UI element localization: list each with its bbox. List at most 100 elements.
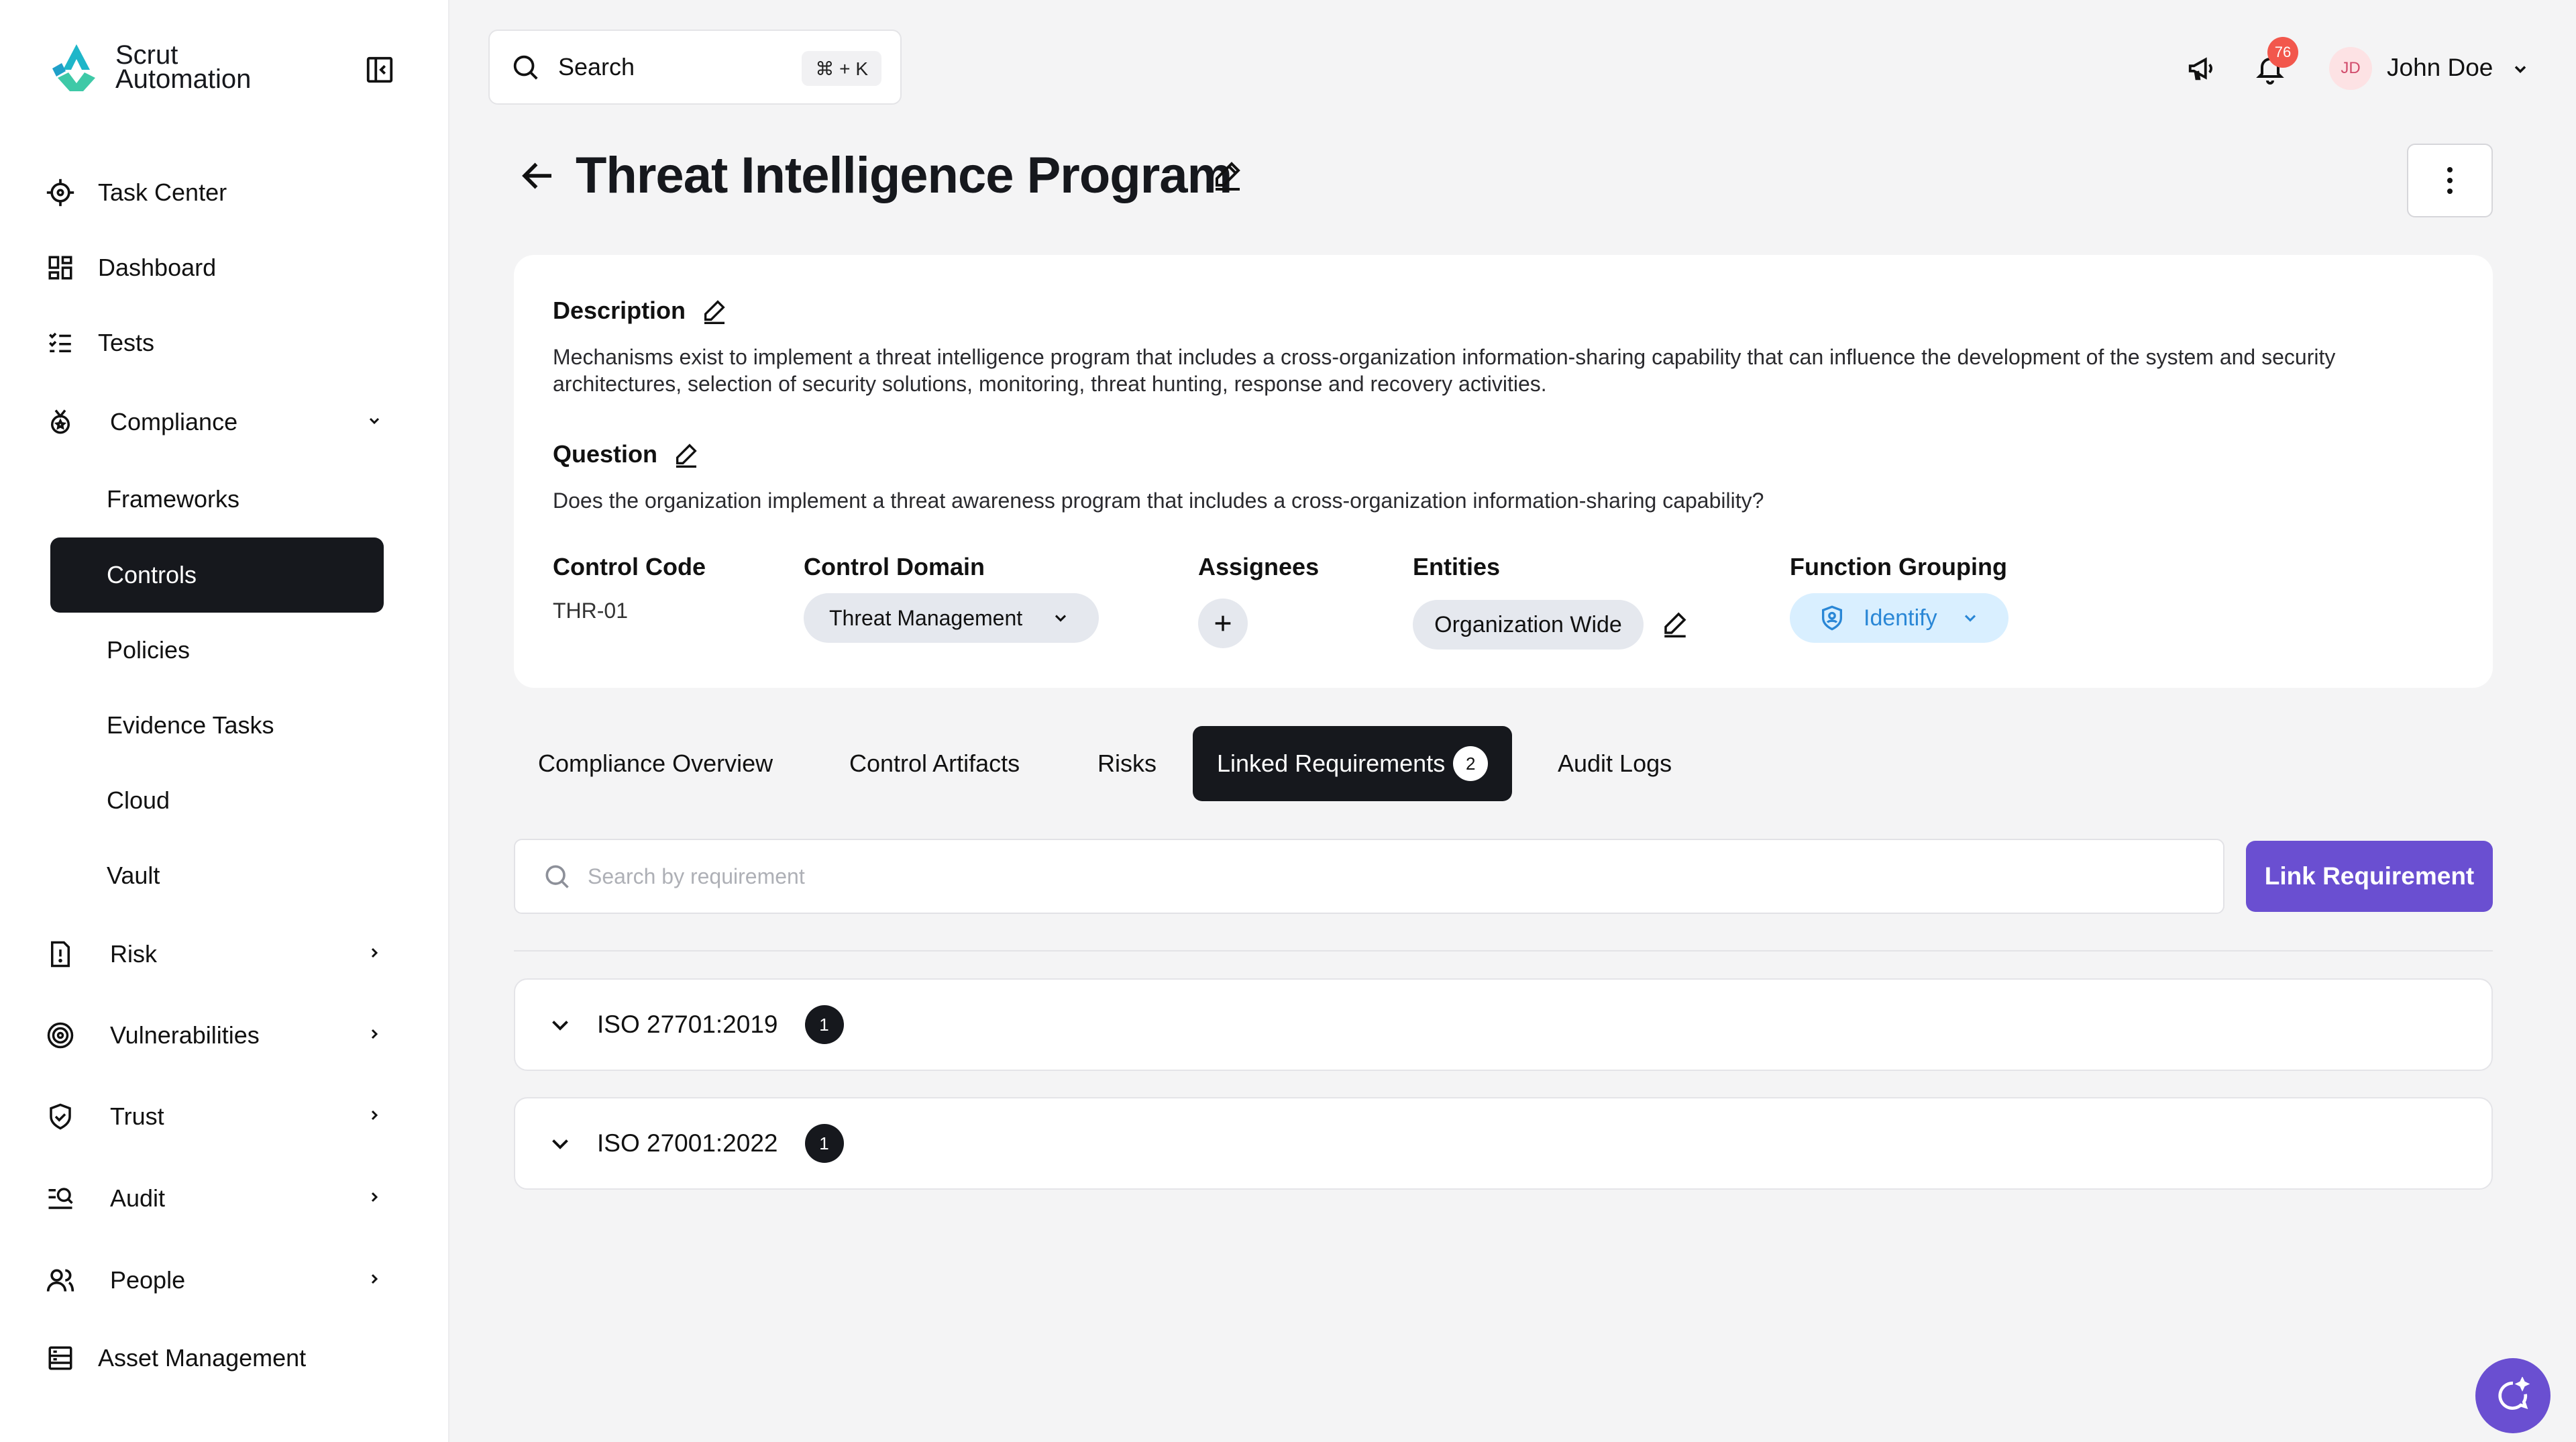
sidebar-item-label: Compliance [110,408,238,435]
sidebar-subitem-label: Evidence Tasks [107,711,274,739]
sidebar-subitem-policies[interactable]: Policies [50,613,384,688]
tab-compliance-overview[interactable]: Compliance Overview [514,726,797,801]
announcements-button[interactable] [2182,48,2222,89]
logo-line-2: Automation [115,64,252,94]
sidebar-item-asset-management[interactable]: Asset Management [42,1325,404,1392]
edit-title-button[interactable] [1210,157,1245,192]
panel-collapse-icon [366,56,393,83]
medal-icon [42,403,79,441]
search-shortcut: ⌘ + K [802,51,881,86]
chevron-right-icon [365,943,384,962]
app-logo[interactable]: Scrut Automation [48,39,251,95]
notification-count-badge: 76 [2267,37,2298,68]
section-divider [514,950,2493,951]
sidebar-subitem-label: Policies [107,636,191,664]
sidebar-subitem-controls[interactable]: Controls [50,537,384,613]
sidebar-item-trust[interactable]: Trust [42,1083,404,1150]
user-menu-toggle[interactable] [2509,58,2532,81]
shield-check-icon [42,1098,79,1135]
crosshair-icon [42,174,79,211]
edit-question-button[interactable] [672,440,700,468]
more-vertical-icon [2447,167,2453,194]
requirement-name: ISO 27001:2022 [597,1129,778,1157]
assignees-label: Assignees [1198,553,1320,580]
chevron-down-icon [1051,608,1071,628]
pencil-icon [1216,162,1240,191]
chevron-right-icon [365,1270,384,1288]
chevron-down-icon [1960,608,1980,628]
requirement-search-input[interactable] [588,864,2131,889]
chevron-right-icon [365,1188,384,1206]
function-grouping-select[interactable]: Identify [1790,593,2008,643]
support-chat-button[interactable] [2475,1358,2551,1433]
requirement-row[interactable]: ISO 27001:2022 1 [514,1097,2493,1190]
search-list-icon [42,1180,79,1217]
sidebar-item-people[interactable]: People [42,1247,404,1314]
tab-label: Linked Requirements [1217,750,1446,777]
sidebar-collapse-button[interactable] [361,51,398,89]
chat-sparkle-icon [2498,1377,2530,1410]
logo-line-1: Scrut [115,40,178,70]
more-options-button[interactable] [2407,144,2493,217]
tab-risks[interactable]: Risks [1073,726,1181,801]
control-domain-select[interactable]: Threat Management [804,593,1099,643]
sidebar-subitem-vault[interactable]: Vault [50,838,384,913]
sidebar-subitem-evidence-tasks[interactable]: Evidence Tasks [50,688,384,763]
requirement-row[interactable]: ISO 27701:2019 1 [514,978,2493,1071]
tab-label: Audit Logs [1558,750,1672,777]
chevron-down-icon [2514,66,2526,73]
sidebar-item-task-center[interactable]: Task Center [42,159,404,226]
tab-control-artifacts[interactable]: Control Artifacts [825,726,1044,801]
chevron-right-icon [365,1025,384,1043]
sidebar-item-compliance[interactable]: Compliance [42,389,404,456]
control-domain-value: Threat Management [829,605,1023,630]
sidebar-item-label: Dashboard [98,254,217,281]
pencil-icon [1664,612,1686,637]
chevron-down-icon[interactable] [546,1011,574,1039]
sidebar-subitem-label: Cloud [107,786,170,814]
question-heading: Question [553,440,700,468]
sidebar-item-label: Risk [110,940,157,968]
search-icon [513,55,538,80]
edit-entities-button[interactable] [1660,608,1690,639]
sidebar-item-label: Task Center [98,178,227,206]
sidebar-subitem-frameworks[interactable]: Frameworks [50,462,384,537]
requirement-count-badge: 1 [804,1005,844,1044]
tab-count-badge: 2 [1453,746,1489,781]
sidebar-item-vulnerabilities[interactable]: Vulnerabilities [42,1002,404,1069]
alert-file-icon [42,935,79,973]
tab-linked-requirements[interactable]: Linked Requirements 2 [1193,726,1513,801]
sidebar: Scrut Automation Task Center Dashboard T… [0,0,449,1442]
edit-description-button[interactable] [700,297,729,325]
sidebar-item-risk[interactable]: Risk [42,921,404,988]
chevron-down-icon[interactable] [546,1129,574,1157]
link-requirement-button[interactable]: Link Requirement [2246,841,2493,912]
search-label: Search [558,53,635,81]
tab-audit-logs[interactable]: Audit Logs [1534,726,1696,801]
description-heading: Description [553,297,729,325]
chevron-down-icon [365,411,384,430]
checklist-icon [42,324,79,362]
sidebar-item-label: Asset Management [98,1344,307,1372]
sidebar-item-audit[interactable]: Audit [42,1165,404,1232]
sidebar-item-label: Vulnerabilities [110,1021,260,1049]
sidebar-subitem-cloud[interactable]: Cloud [50,763,384,838]
sidebar-item-dashboard[interactable]: Dashboard [42,234,404,301]
back-button[interactable] [517,154,559,197]
pencil-icon [704,300,725,324]
control-details-card: Description Mechanisms exist to implemen… [514,255,2493,688]
user-name[interactable]: John Doe [2387,54,2493,82]
description-text: Mechanisms exist to implement a threat i… [553,345,2336,396]
sidebar-subitem-label: Frameworks [107,485,240,513]
user-avatar[interactable]: JD [2329,47,2372,90]
global-search[interactable]: Search ⌘ + K [488,30,902,105]
requirement-search [514,839,2224,914]
server-icon [42,1339,79,1377]
shield-user-icon [1817,603,1847,633]
page-title: Threat Intelligence Program [576,147,1232,204]
scrut-logo-icon [52,44,95,91]
sidebar-subitem-label: Vault [107,862,160,889]
sidebar-item-tests[interactable]: Tests [42,309,404,376]
add-assignee-button[interactable] [1198,599,1248,648]
entities-pill[interactable]: Organization Wide [1413,600,1644,650]
